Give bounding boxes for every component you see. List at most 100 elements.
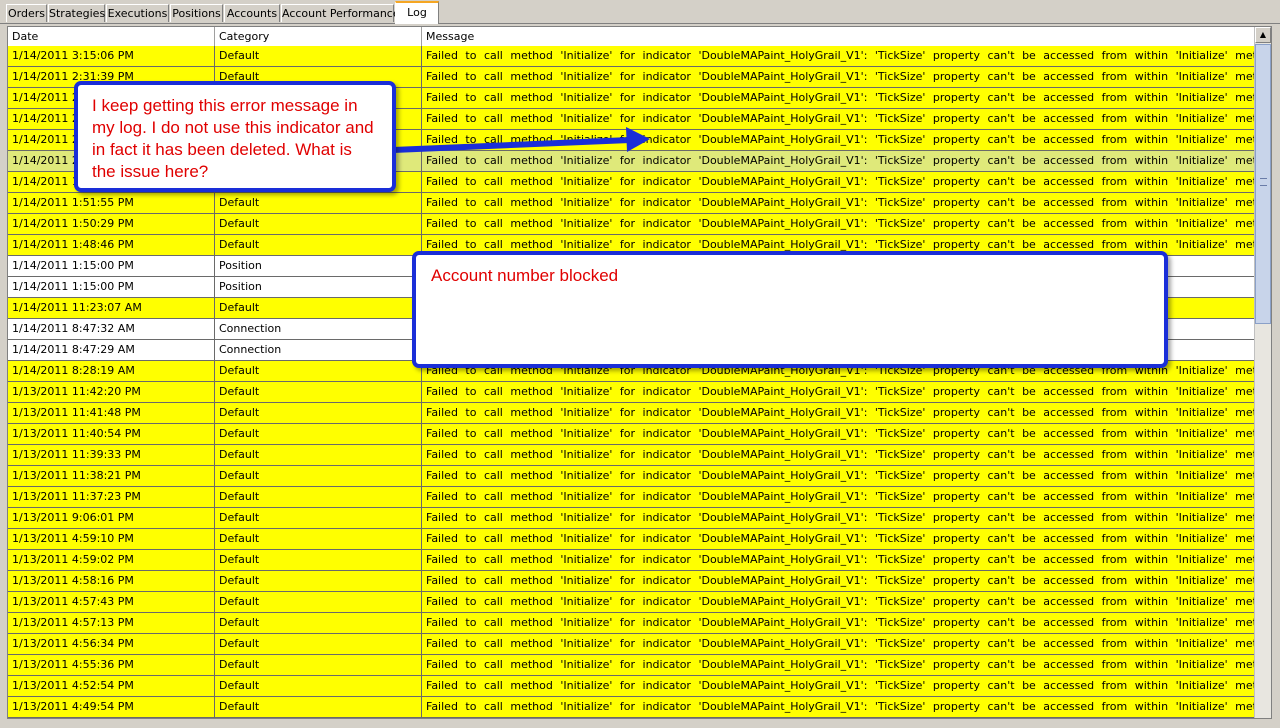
note-callout-text: Account number blocked	[431, 266, 619, 285]
column-header-category[interactable]: Category	[215, 27, 422, 46]
cell-category: Default	[215, 403, 422, 423]
vertical-scrollbar[interactable]: ▲	[1254, 27, 1271, 718]
table-row[interactable]: 1/14/2011 3:15:06 PM Default Failed to cal…	[8, 46, 1254, 67]
column-header-date[interactable]: Date	[8, 27, 215, 46]
tab-strategies[interactable]: Strategies	[48, 4, 105, 22]
table-row[interactable]: 1/13/2011 4:58:16 PM Default Failed to cal…	[8, 571, 1254, 592]
cell-message: Failed to call method 'Initialize' for i…	[426, 532, 1254, 545]
table-row[interactable]: 1/13/2011 11:37:23 PM Default Failed to ca…	[8, 487, 1254, 508]
cell-category: Default	[215, 508, 422, 528]
cell-date: 1/13/2011 4:55:36 PM	[8, 655, 215, 675]
table-row[interactable]: 1/13/2011 11:40:54 PM Default Failed to ca…	[8, 424, 1254, 445]
table-row[interactable]: 1/13/2011 4:56:34 PM Default Failed to cal…	[8, 634, 1254, 655]
cell-date: 1/13/2011 4:59:02 PM	[8, 550, 215, 570]
cell-date: 1/14/2011 11:23:07 AM	[8, 298, 215, 318]
tab-orders[interactable]: Orders	[6, 4, 47, 22]
tab-strip: Orders Strategies Executions Positions A…	[0, 0, 1280, 26]
cell-category: Position	[215, 277, 422, 297]
cell-message: Failed to call method 'Initialize' for i…	[426, 658, 1254, 671]
cell-category: Connection	[215, 340, 422, 360]
cell-message: Failed to call method 'Initialize' for i…	[426, 511, 1254, 524]
cell-message: Failed to call method 'Initialize' for i…	[426, 385, 1254, 398]
cell-category: Default	[215, 697, 422, 717]
cell-message: Failed to call method 'Initialize' for i…	[426, 154, 1254, 167]
question-callout: I keep getting this error message in my …	[74, 81, 396, 192]
cell-category: Default	[215, 550, 422, 570]
cell-category: Default	[215, 214, 422, 234]
column-header-message[interactable]: Message	[422, 27, 1254, 46]
cell-message: Failed to call method 'Initialize' for i…	[426, 700, 1254, 713]
cell-date: 1/13/2011 11:41:48 PM	[8, 403, 215, 423]
table-row[interactable]: 1/13/2011 9:06:01 PM Default Failed to cal…	[8, 508, 1254, 529]
cell-message: Failed to call method 'Initialize' for i…	[426, 616, 1254, 629]
cell-category: Default	[215, 382, 422, 402]
cell-category: Default	[215, 424, 422, 444]
cell-date: 1/13/2011 11:37:23 PM	[8, 487, 215, 507]
cell-date: 1/13/2011 11:38:21 PM	[8, 466, 215, 486]
cell-category: Position	[215, 256, 422, 276]
arrow-up-icon[interactable]: ▲	[1255, 27, 1271, 43]
cell-category: Connection	[215, 319, 422, 339]
cell-date: 1/14/2011 1:50:29 PM	[8, 214, 215, 234]
table-row[interactable]: 1/13/2011 11:42:20 PM Default Failed to ca…	[8, 382, 1254, 403]
log-grid-header: Date Category Message	[8, 27, 1254, 47]
table-row[interactable]: 1/13/2011 11:38:21 PM Default Failed to ca…	[8, 466, 1254, 487]
tab-strip-divider	[0, 23, 1280, 24]
cell-message: Failed to call method 'Initialize' for i…	[426, 637, 1254, 650]
table-row[interactable]: 1/13/2011 4:57:13 PM Default Failed to cal…	[8, 613, 1254, 634]
cell-date: 1/13/2011 4:57:43 PM	[8, 592, 215, 612]
table-row[interactable]: 1/13/2011 4:59:10 PM Default Failed to cal…	[8, 529, 1254, 550]
cell-date: 1/13/2011 11:40:54 PM	[8, 424, 215, 444]
cell-date: 1/13/2011 4:56:34 PM	[8, 634, 215, 654]
table-row[interactable]: 1/13/2011 4:59:02 PM Default Failed to cal…	[8, 550, 1254, 571]
cell-date: 1/14/2011 8:47:32 AM	[8, 319, 215, 339]
cell-message: Failed to call method 'Initialize' for i…	[426, 679, 1254, 692]
tab-executions[interactable]: Executions	[106, 4, 169, 22]
tab-positions[interactable]: Positions	[170, 4, 223, 22]
cell-message: Failed to call method 'Initialize' for i…	[426, 553, 1254, 566]
cell-date: 1/13/2011 4:58:16 PM	[8, 571, 215, 591]
grip-icon	[1260, 178, 1267, 186]
cell-date: 1/13/2011 4:57:13 PM	[8, 613, 215, 633]
cell-message: Failed to call method 'Initialize' for i…	[426, 469, 1254, 482]
cell-date: 1/14/2011 1:51:55 PM	[8, 193, 215, 213]
tab-account-performance[interactable]: Account Performance	[281, 4, 400, 22]
tab-log[interactable]: Log	[395, 1, 439, 24]
table-row[interactable]: 1/14/2011 1:51:55 PM Default Failed to cal…	[8, 193, 1254, 214]
scrollbar-thumb[interactable]	[1255, 44, 1271, 324]
table-row[interactable]: 1/13/2011 11:41:48 PM Default Failed to ca…	[8, 403, 1254, 424]
cell-date: 1/13/2011 11:39:33 PM	[8, 445, 215, 465]
cell-message: Failed to call method 'Initialize' for i…	[426, 427, 1254, 440]
cell-category: Default	[215, 193, 422, 213]
table-row[interactable]: 1/13/2011 4:49:54 PM Default Failed to cal…	[8, 697, 1254, 718]
cell-date: 1/14/2011 8:28:19 AM	[8, 361, 215, 381]
cell-category: Default	[215, 361, 422, 381]
cell-category: Default	[215, 46, 422, 66]
table-row[interactable]: 1/13/2011 4:57:43 PM Default Failed to cal…	[8, 592, 1254, 613]
cell-date: 1/14/2011 1:48:46 PM	[8, 235, 215, 255]
table-row[interactable]: 1/13/2011 4:52:54 PM Default Failed to cal…	[8, 676, 1254, 697]
cell-category: Default	[215, 466, 422, 486]
cell-date: 1/13/2011 4:49:54 PM	[8, 697, 215, 717]
cell-category: Default	[215, 613, 422, 633]
cell-category: Default	[215, 487, 422, 507]
cell-date: 1/14/2011 1:15:00 PM	[8, 256, 215, 276]
cell-category: Default	[215, 592, 422, 612]
cell-category: Default	[215, 235, 422, 255]
cell-date: 1/14/2011 1:15:00 PM	[8, 277, 215, 297]
note-callout: Account number blocked	[412, 251, 1168, 368]
cell-message: Failed to call method 'Initialize' for i…	[426, 595, 1254, 608]
cell-category: Default	[215, 571, 422, 591]
cell-message: Failed to call method 'Initialize' for i…	[426, 448, 1254, 461]
cell-message: Failed to call method 'Initialize' for i…	[426, 175, 1254, 188]
table-row[interactable]: 1/14/2011 1:50:29 PM Default Failed to cal…	[8, 214, 1254, 235]
table-row[interactable]: 1/13/2011 11:39:33 PM Default Failed to ca…	[8, 445, 1254, 466]
cell-message: Failed to call method 'Initialize' for i…	[426, 49, 1254, 62]
question-callout-text: I keep getting this error message in my …	[92, 96, 374, 181]
cell-message: Failed to call method 'Initialize' for i…	[426, 217, 1254, 230]
tab-accounts[interactable]: Accounts	[224, 4, 280, 22]
cell-category: Default	[215, 529, 422, 549]
cell-category: Default	[215, 634, 422, 654]
cell-category: Default	[215, 298, 422, 318]
table-row[interactable]: 1/13/2011 4:55:36 PM Default Failed to cal…	[8, 655, 1254, 676]
